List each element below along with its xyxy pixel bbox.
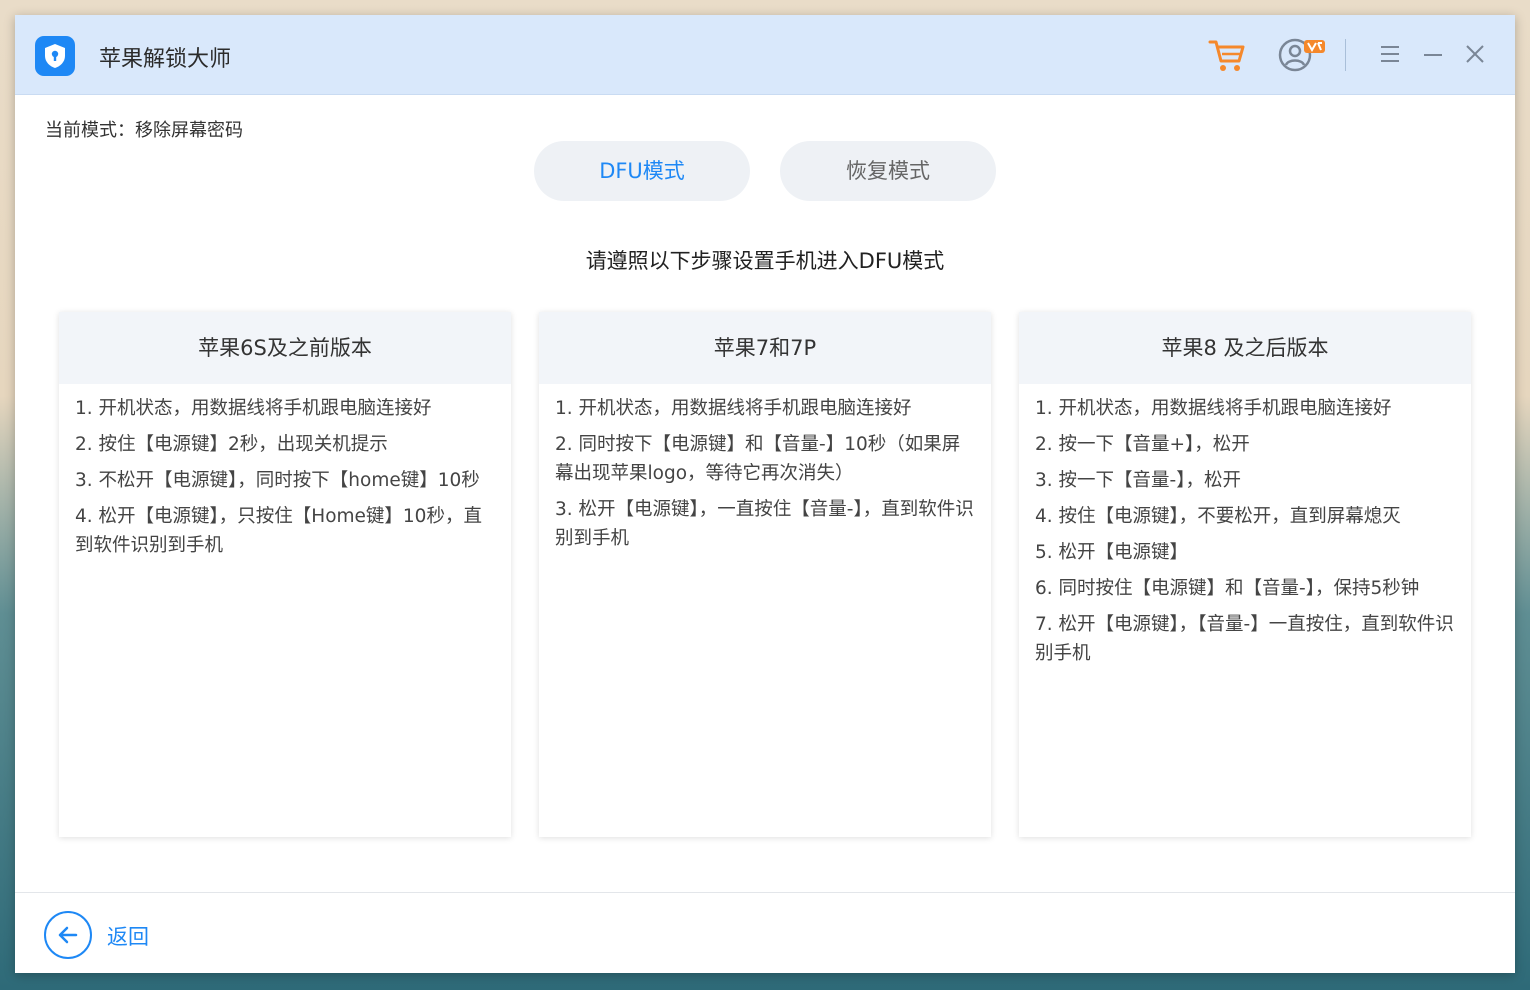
step-item: 5. 松开【电源键】 xyxy=(1035,542,1189,563)
back-button[interactable] xyxy=(44,911,92,959)
card-steps: 1. 开机状态，用数据线将手机跟电脑连接好 2. 按住【电源键】2秒，出现关机提… xyxy=(59,384,511,560)
step-item: 4. 松开【电源键】，只按住【Home键】10秒，直到软件识别到手机 xyxy=(75,506,482,556)
app-logo-icon xyxy=(35,36,75,76)
step-item: 3. 松开【电源键】，一直按住【音量-】，直到软件识别到手机 xyxy=(555,499,974,549)
step-item: 1. 开机状态，用数据线将手机跟电脑连接好 xyxy=(75,398,432,419)
footer-divider xyxy=(15,892,1515,893)
back-label[interactable]: 返回 xyxy=(107,921,149,951)
tab-recovery-mode[interactable]: 恢复模式 xyxy=(780,141,996,201)
card-steps: 1. 开机状态，用数据线将手机跟电脑连接好 2. 按一下【音量+】，松开 3. … xyxy=(1019,384,1471,668)
card-title: 苹果8 及之后版本 xyxy=(1019,312,1471,384)
menu-icon[interactable] xyxy=(1379,43,1401,69)
current-mode-label: 当前模式：移除屏幕密码 xyxy=(45,120,243,141)
step-item: 2. 同时按下【电源键】和【音量-】10秒（如果屏幕出现苹果logo，等待它再次… xyxy=(555,434,961,484)
app-window: 苹果解锁大师 当前模式：移除屏幕密码 DFU模式 恢复模式 请遵照以下步骤设置手… xyxy=(15,15,1515,973)
card-iphone-6s-and-earlier: 苹果6S及之前版本 1. 开机状态，用数据线将手机跟电脑连接好 2. 按住【电源… xyxy=(59,312,511,837)
step-item: 6. 同时按住【电源键】和【音量-】，保持5秒钟 xyxy=(1035,578,1420,599)
step-item: 3. 不松开【电源键】，同时按下【home键】10秒 xyxy=(75,470,480,491)
title-bar: 苹果解锁大师 xyxy=(15,15,1515,95)
tab-dfu-mode[interactable]: DFU模式 xyxy=(534,141,750,201)
card-iphone-7-and-7p: 苹果7和7P 1. 开机状态，用数据线将手机跟电脑连接好 2. 同时按下【电源键… xyxy=(539,312,991,837)
step-item: 7. 松开【电源键】，【音量-】一直按住，直到软件识别手机 xyxy=(1035,614,1454,664)
minimize-icon[interactable] xyxy=(1422,43,1444,69)
card-title: 苹果7和7P xyxy=(539,312,991,384)
step-item: 1. 开机状态，用数据线将手机跟电脑连接好 xyxy=(555,398,912,419)
arrow-left-icon xyxy=(58,926,78,944)
step-item: 4. 按住【电源键】，不要松开，直到屏幕熄灭 xyxy=(1035,506,1401,527)
instruction-heading: 请遵照以下步骤设置手机进入DFU模式 xyxy=(585,249,945,273)
step-item: 2. 按一下【音量+】，松开 xyxy=(1035,434,1250,455)
step-item: 2. 按住【电源键】2秒，出现关机提示 xyxy=(75,434,388,455)
user-vip-icon[interactable] xyxy=(1277,35,1329,79)
card-iphone-8-and-later: 苹果8 及之后版本 1. 开机状态，用数据线将手机跟电脑连接好 2. 按一下【音… xyxy=(1019,312,1471,837)
cart-icon[interactable] xyxy=(1207,35,1247,79)
card-steps: 1. 开机状态，用数据线将手机跟电脑连接好 2. 同时按下【电源键】和【音量-】… xyxy=(539,384,991,553)
app-title: 苹果解锁大师 xyxy=(99,47,232,72)
close-icon[interactable] xyxy=(1464,43,1486,69)
title-bar-divider xyxy=(1345,39,1346,71)
step-item: 1. 开机状态，用数据线将手机跟电脑连接好 xyxy=(1035,398,1392,419)
card-title: 苹果6S及之前版本 xyxy=(59,312,511,384)
step-item: 3. 按一下【音量-】，松开 xyxy=(1035,470,1241,491)
